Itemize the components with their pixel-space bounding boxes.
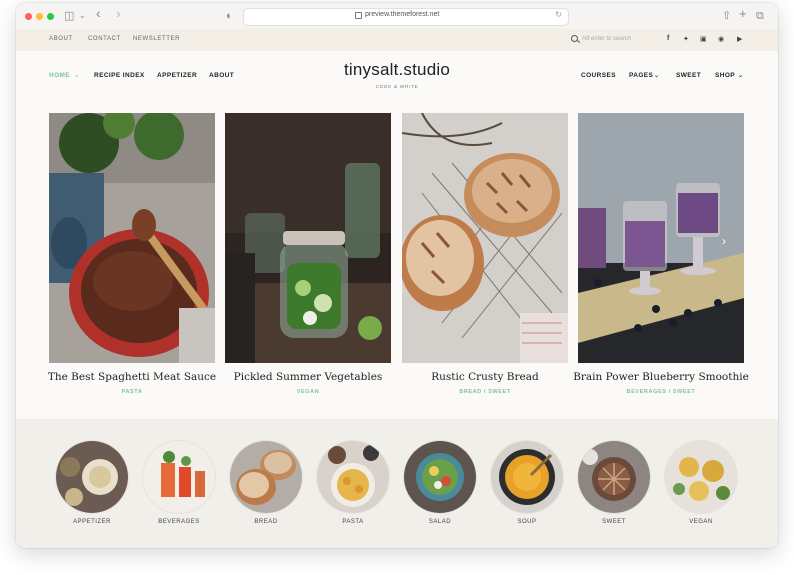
chevron-down-icon[interactable]: ⌄	[79, 9, 86, 23]
category-image[interactable]	[230, 441, 302, 513]
facebook-icon[interactable]: f	[667, 35, 669, 42]
category-label[interactable]: BREAD	[226, 519, 306, 525]
minimize-window-button[interactable]	[36, 13, 43, 20]
recipe-category[interactable]: VEGAN	[225, 389, 391, 395]
featured-recipes-slider: The Best Spaghetti Meat Sauce PASTA Pick…	[16, 99, 778, 419]
category-label[interactable]: BEVERAGES	[139, 519, 219, 525]
main-navigation: HOME ⌄ RECIPE INDEX APPETIZER ABOUT tiny…	[16, 51, 778, 99]
chevron-down-icon: ⌄	[738, 73, 744, 79]
nav-pages[interactable]: PAGES	[629, 72, 653, 79]
category-label[interactable]: PASTA	[313, 519, 393, 525]
recipe-photo-crusty-bread[interactable]	[402, 113, 568, 363]
chevron-down-icon: ⌄	[74, 73, 80, 79]
category-image[interactable]	[665, 441, 737, 513]
browser-window: ◫ ⌄ ‹ › ◐ preview.themeforest.net ↻ ⇧ + …	[16, 3, 778, 548]
nav-about[interactable]: ABOUT	[209, 72, 234, 79]
recipe-photo-spaghetti-sauce[interactable]	[49, 113, 215, 363]
category-image[interactable]	[404, 441, 476, 513]
browser-toolbar: ◫ ⌄ ‹ › ◐ preview.themeforest.net ↻ ⇧ + …	[16, 3, 778, 30]
toplink-newsletter[interactable]: NEWSLETTER	[133, 36, 180, 42]
twitter-icon[interactable]: ✦	[683, 35, 689, 43]
recipe-photo-pickled-vegetables[interactable]	[225, 113, 391, 363]
address-bar[interactable]: preview.themeforest.net ↻	[243, 8, 569, 26]
site-tagline: COOK & WRITE	[375, 84, 419, 89]
address-url: preview.themeforest.net	[365, 11, 440, 18]
recipe-category[interactable]: PASTA	[49, 389, 215, 395]
nav-shop[interactable]: SHOP	[715, 72, 735, 79]
nav-appetizer[interactable]: APPETIZER	[157, 72, 197, 79]
recipe-title[interactable]: Rustic Crusty Bread	[392, 371, 578, 383]
recipe-title[interactable]: Pickled Summer Vegetables	[215, 371, 401, 383]
category-image[interactable]	[56, 441, 128, 513]
maximize-window-button[interactable]	[47, 13, 54, 20]
category-label[interactable]: SALAD	[400, 519, 480, 525]
back-arrow-icon[interactable]: ‹	[96, 6, 101, 20]
nav-sweet[interactable]: SWEET	[676, 72, 701, 79]
top-utility-bar: ABOUT CONTACT NEWSLETTER Hit enter to se…	[16, 29, 778, 51]
instagram-icon[interactable]: ▣	[700, 35, 707, 43]
nav-home[interactable]: HOME	[49, 72, 70, 79]
new-tab-icon[interactable]: +	[739, 7, 747, 21]
youtube-icon[interactable]: ▶	[737, 35, 742, 43]
search-input[interactable]: Hit enter to search	[582, 36, 631, 42]
toplink-contact[interactable]: CONTACT	[88, 36, 121, 42]
recipe-category[interactable]: BREAD / SWEET	[402, 389, 568, 395]
category-image[interactable]	[317, 441, 389, 513]
sidebar-toggle-icon[interactable]: ◫	[64, 9, 74, 23]
toplink-about[interactable]: ABOUT	[49, 36, 73, 42]
recipe-category[interactable]: BEVERAGES / SWEET	[578, 389, 744, 395]
category-image[interactable]	[578, 441, 650, 513]
recipe-title[interactable]: The Best Spaghetti Meat Sauce	[39, 371, 225, 383]
chevron-down-icon: ⌄	[654, 73, 660, 79]
reload-icon[interactable]: ↻	[555, 10, 562, 19]
category-image[interactable]	[143, 441, 215, 513]
privacy-shield-icon[interactable]: ◐	[226, 9, 233, 23]
search-icon[interactable]	[571, 35, 578, 42]
category-label[interactable]: SWEET	[574, 519, 654, 525]
category-image[interactable]	[491, 441, 563, 513]
recipe-title[interactable]: Brain Power Blueberry Smoothie	[568, 371, 754, 383]
recipe-photo-blueberry-smoothie[interactable]	[578, 113, 744, 363]
category-label[interactable]: APPETIZER	[52, 519, 132, 525]
lock-icon	[355, 12, 362, 19]
chevron-right-icon[interactable]: ›	[722, 234, 726, 248]
share-icon[interactable]: ⇧	[722, 9, 731, 23]
tab-overview-icon[interactable]: ⧉	[756, 9, 764, 23]
category-label[interactable]: SOUP	[487, 519, 567, 525]
close-window-button[interactable]	[25, 13, 32, 20]
category-strip: APPETIZER BEVERAGES BREAD PASTA SALAD SO…	[16, 419, 778, 548]
site-logo[interactable]: tinysalt.studio	[342, 60, 452, 80]
forward-arrow-icon[interactable]: ›	[116, 6, 121, 20]
category-label[interactable]: VEGAN	[661, 519, 741, 525]
pinterest-icon[interactable]: ◉	[718, 35, 724, 43]
nav-recipe-index[interactable]: RECIPE INDEX	[94, 72, 145, 79]
nav-courses[interactable]: COURSES	[581, 72, 616, 79]
